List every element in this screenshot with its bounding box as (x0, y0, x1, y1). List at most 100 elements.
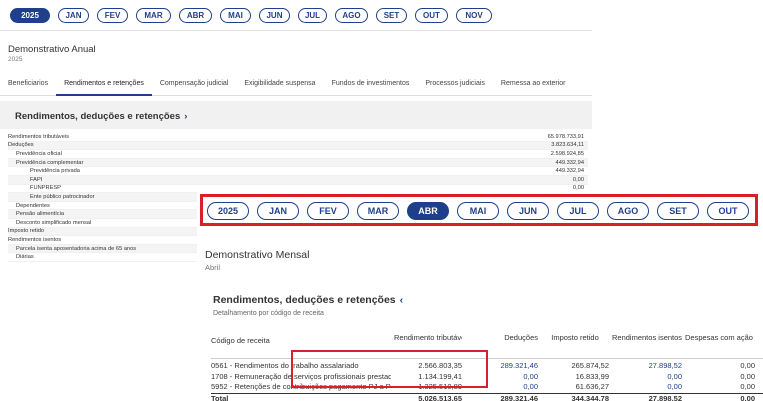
table-row: 0561 - Rendimentos do trabalho assalaria… (211, 361, 763, 372)
annual-tab-6[interactable]: Remessa ao exterior (493, 78, 574, 96)
table-cell[interactable]: 0,00 (465, 372, 538, 381)
month-pill-jul[interactable]: JUL (557, 202, 599, 220)
annual-tab-5[interactable]: Processos judiciais (417, 78, 493, 96)
table-header-cell: Deduções (504, 333, 538, 342)
annual-tabs: Beneficiarios Rendimentos e retenções Comp… (0, 78, 592, 96)
monthly-detail-caption: Detalhamento por código de receita (213, 310, 324, 317)
top-period-pill-mai[interactable]: MAI (220, 8, 251, 23)
annual-row-label: Dependentes (16, 202, 50, 209)
table-cell[interactable]: 0,00 (612, 372, 682, 381)
top-period-selector: 2025 JAN FEV MAR ABR MAI JUN JUL AGO SET OUT NOV (10, 8, 492, 23)
table-header-cell: Rendimento tributável (394, 333, 462, 342)
table-cell: 0,00 (740, 361, 755, 370)
table-total-cell: 5.026.513,65 (418, 393, 462, 401)
table-cell: 1708 - Remuneração de serviços profissio… (211, 371, 391, 381)
table-cell: 2.566.803,35 (418, 361, 462, 370)
annual-row-label: Previdência complementar (16, 159, 84, 166)
table-total-cell: 0,00 (740, 393, 755, 401)
month-pill-jun[interactable]: JUN (507, 202, 549, 220)
table-cell[interactable]: 0,00 (465, 382, 538, 391)
annual-row-label: Parcela isenta aposentadoria acima de 65… (16, 245, 137, 252)
annual-row-label: Diárias (16, 254, 34, 261)
monthly-heading-text: Rendimentos, deduções e retenções (213, 294, 396, 306)
table-cell[interactable]: 289.321,46 (465, 361, 538, 370)
annual-row-label: Previdência privada (30, 168, 80, 175)
table-cell[interactable]: 0,00 (612, 382, 682, 391)
table-cell: 0,00 (740, 371, 755, 381)
month-pill-mai[interactable]: MAI (457, 202, 499, 220)
table-cell: 0,00 (740, 382, 755, 391)
chevron-left-icon[interactable]: ‹ (400, 294, 404, 306)
table-total-cell: Total (211, 393, 229, 401)
monthly-subtitle: Abril (205, 263, 221, 272)
month-pill-nov[interactable]: NOV (757, 202, 758, 220)
monthly-title: Demonstrativo Mensal (205, 249, 310, 261)
month-pill-2025[interactable]: 2025 (207, 202, 249, 220)
top-period-pill-out[interactable]: OUT (415, 8, 448, 23)
month-selector: 2025 JAN FEV MAR ABR MAI JUN JUL AGO SET OUT NOV (207, 202, 758, 220)
chevron-right-icon[interactable]: › (184, 111, 187, 122)
top-period-pill-abr[interactable]: ABR (179, 8, 212, 23)
annual-heading-text: Rendimentos, deduções e retenções (15, 111, 181, 122)
top-period-pill-jan[interactable]: JAN (58, 8, 89, 23)
annual-row-label: FUNPRESP (30, 185, 61, 192)
month-pill-fev[interactable]: FEV (307, 202, 349, 220)
annual-tab-4[interactable]: Fundos de investimentos (324, 78, 418, 96)
month-pill-jan[interactable]: JAN (257, 202, 299, 220)
annual-row: Previdência complementar 449.332,94 (8, 158, 588, 168)
table-cell: 16.833,99 (575, 371, 609, 381)
table-cell: 1.134.199,41 (418, 371, 462, 381)
table-header-cell: Código de receita (211, 336, 270, 345)
table-total-cell: 27.898,52 (648, 393, 682, 401)
revenue-code-table: Código de receita Rendimento tributável De… (211, 333, 763, 401)
monthly-statement-panel: 2025 JAN FEV MAR ABR MAI JUN JUL AGO SET OUT NOV De… (197, 190, 763, 401)
month-pill-out[interactable]: OUT (707, 202, 749, 220)
annual-year: 2025 (8, 56, 23, 63)
top-period-pill-jul[interactable]: JUL (298, 8, 327, 23)
top-period-pill-mar[interactable]: MAR (136, 8, 171, 23)
table-cell: 265.874,52 (571, 361, 609, 370)
monthly-section-heading[interactable]: Rendimentos, deduções e retenções ‹ (213, 294, 403, 306)
month-pill-set[interactable]: SET (657, 202, 699, 220)
annual-row: Previdência oficial 2.598.924,85 (8, 150, 588, 159)
top-period-pill-2025[interactable]: 2025 (10, 8, 50, 23)
annual-row: FAPI 0,00 (8, 175, 588, 185)
table-total-cell: 289.321,46 (500, 393, 538, 401)
table-total-cell: 344.344,78 (571, 393, 609, 401)
annual-tab-2[interactable]: Compensação judicial (152, 78, 236, 96)
annual-row-label: Previdência oficial (16, 150, 62, 157)
annual-row: Rendimentos tributáveis 65.978.733,91 (8, 133, 588, 142)
annual-row-value: 0,00 (572, 176, 584, 183)
table-cell: 61.636,27 (575, 382, 609, 391)
annual-section-heading[interactable]: Rendimentos, deduções e retenções › (15, 111, 187, 122)
table-cell: 5952 - Retenções de contribuições pagame… (211, 382, 391, 391)
top-period-pill-jun[interactable]: JUN (259, 8, 290, 23)
annual-tab-0[interactable]: Beneficiarios (0, 78, 56, 96)
top-period-pill-fev[interactable]: FEV (97, 8, 128, 23)
annual-tab-1[interactable]: Rendimentos e retenções (56, 78, 152, 96)
month-pill-mar[interactable]: MAR (357, 202, 399, 220)
annual-row: Previdência privada 449.332,94 (8, 167, 588, 176)
annual-row-value: 449.332,94 (555, 168, 584, 175)
annual-row-label: FAPI (30, 176, 43, 183)
month-pill-ago[interactable]: AGO (607, 202, 649, 220)
annual-title: Demonstrativo Anual (8, 44, 96, 55)
table-header-cell: Imposto retido (551, 333, 599, 342)
top-period-pill-set[interactable]: SET (376, 8, 407, 23)
annual-row-value: 65.978.733,91 (547, 133, 584, 140)
annual-row-value: 449.332,94 (555, 159, 584, 166)
table-cell: 1.325.510,89 (418, 382, 462, 391)
annual-row-value: 2.598.924,85 (550, 150, 584, 157)
top-period-pill-ago[interactable]: AGO (335, 8, 368, 23)
annual-row-label: Ente público patrocinador (30, 193, 95, 200)
annual-row: Deduções 3.823.634,11 (8, 141, 588, 151)
table-total-row: Total 5.026.513,65 289.321,46 344.344,78 27.… (211, 392, 763, 401)
top-period-pill-nov[interactable]: NOV (456, 8, 492, 23)
annual-tab-3[interactable]: Exigibilidade suspensa (236, 78, 323, 96)
table-header: Código de receita Rendimento tributável De… (211, 333, 763, 359)
month-pill-abr[interactable]: ABR (407, 202, 449, 220)
annual-row-label: Pensão alimentícia (16, 211, 65, 218)
month-selector-highlight: 2025 JAN FEV MAR ABR MAI JUN JUL AGO SET OUT NOV (200, 194, 758, 226)
table-cell[interactable]: 27.898,52 (612, 361, 682, 370)
annual-row-label: Deduções (8, 142, 34, 149)
